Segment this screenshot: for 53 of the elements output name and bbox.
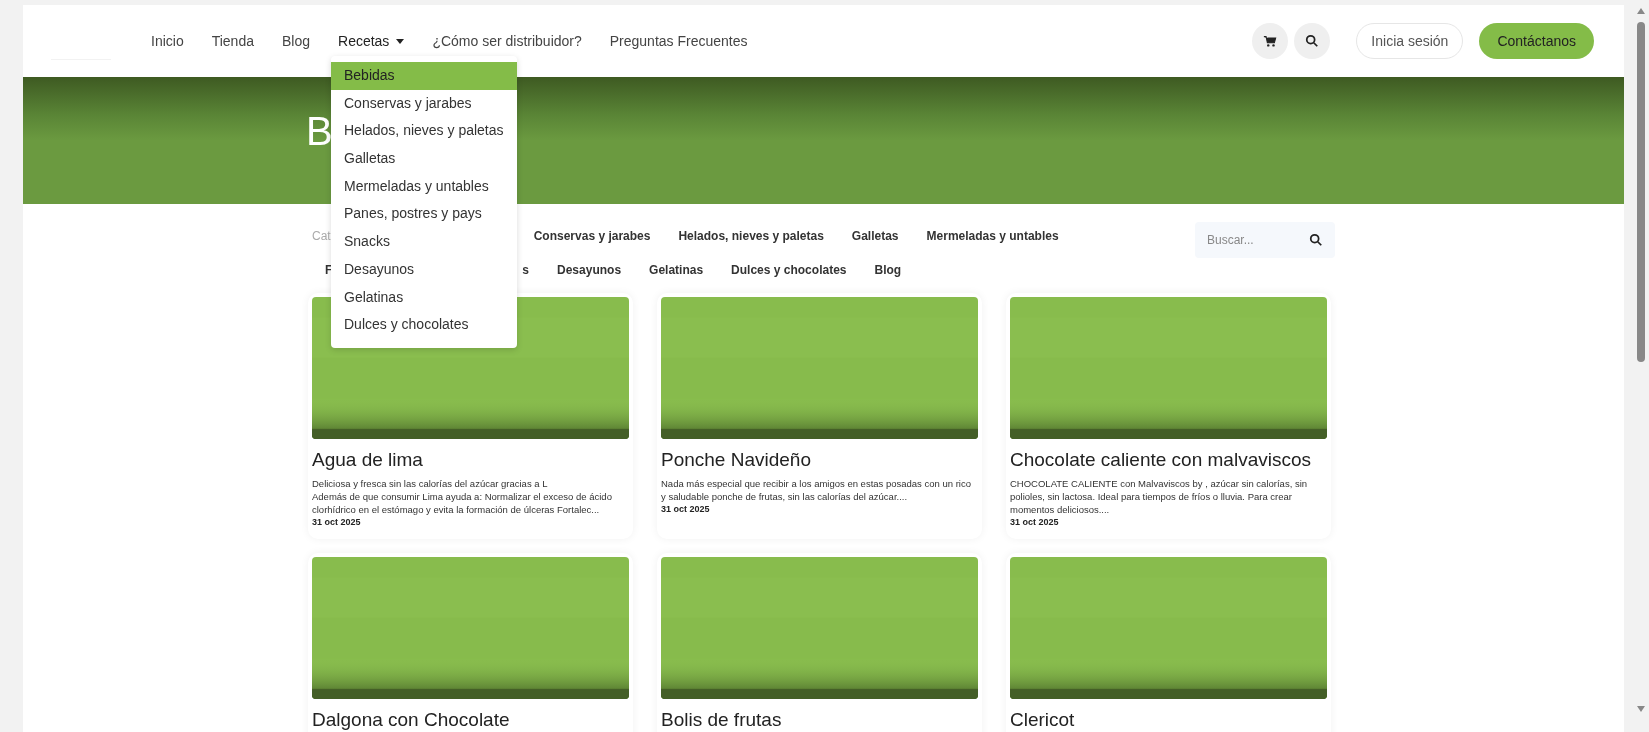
post-card[interactable] bbox=[1006, 293, 1331, 539]
hero-title: B bbox=[306, 108, 334, 151]
menu-item[interactable]: Panes, postres y pays bbox=[331, 200, 517, 229]
menu-item[interactable]: Conservas y jarabes bbox=[331, 89, 517, 118]
category-label: Cat bbox=[312, 229, 331, 243]
caret-icon bbox=[396, 38, 405, 44]
menu-item[interactable]: Dulces y chocolates bbox=[331, 311, 517, 339]
post-title[interactable]: Agua de lima bbox=[312, 449, 629, 471]
post-title[interactable]: Clericot bbox=[1010, 709, 1327, 731]
nav-link[interactable]: Blog bbox=[282, 33, 310, 49]
category-link[interactable]: Helados, nieves y paletas bbox=[678, 229, 824, 243]
nav-link[interactable]: Inicio bbox=[151, 33, 184, 49]
post-card[interactable]: Ponche Navideño Nada más especial que recibir a los amigos en estas posadas con un rico y saludable ponche de frutas, sin las calorías del azúcar.... 31 oct 2025 bbox=[657, 293, 982, 539]
contact-button[interactable]: Contáctanos bbox=[1479, 23, 1594, 59]
post-date: 31 oct 2025 bbox=[312, 517, 362, 527]
post-title[interactable]: Chocolate caliente con malvaviscos bbox=[1010, 449, 1327, 471]
post-excerpt: CHOCOLATE CALIENTE con Malvaviscos by , azúcar sin calorías, sin polioles, sin lactosa. Ideal para tiempos de fríos o lluvia. Para crear momentos deliciosos.... bbox=[1010, 477, 1309, 516]
post-title[interactable]: Bolis de frutas bbox=[661, 709, 978, 731]
post-title[interactable]: Ponche Navideño bbox=[661, 449, 978, 471]
post-card[interactable]: Clericot bbox=[1006, 553, 1331, 732]
category-link[interactable]: Gelatinas bbox=[649, 263, 704, 277]
search-icon bbox=[1305, 34, 1320, 48]
category-link[interactable]: s bbox=[522, 263, 530, 277]
post-date: 31 oct 2025 bbox=[1010, 517, 1060, 527]
nav-link[interactable]: Tienda bbox=[211, 33, 254, 49]
category-link[interactable]: Galletas bbox=[851, 229, 899, 243]
menu-item[interactable]: Gelatinas bbox=[331, 283, 517, 312]
category-link[interactable]: Mermeladas y untables bbox=[926, 229, 1059, 243]
cart-button[interactable] bbox=[1252, 23, 1289, 59]
nav-dropdown[interactable]: Recetas bbox=[338, 33, 405, 49]
menu-item[interactable]: Bebidas bbox=[331, 62, 517, 90]
post-excerpt: Nada más especial que recibir a los amigos en estas posadas con un rico y saludable ponche de frutas, sin las calorías del azúcar.... bbox=[661, 477, 972, 503]
nav-link[interactable]: Preguntas Frecuentes bbox=[609, 33, 748, 49]
menu-item[interactable]: Helados, nieves y paletas bbox=[331, 117, 517, 146]
post-card[interactable]: Dalgona con Chocolate bbox=[308, 553, 633, 732]
cart-icon bbox=[1263, 34, 1278, 48]
menu-item[interactable]: Desayunos bbox=[331, 255, 517, 284]
menu-item[interactable]: Mermeladas y untables bbox=[331, 172, 517, 201]
login-button[interactable]: Inicia sesión bbox=[1356, 23, 1464, 59]
post-date: 31 oct 2025 bbox=[661, 504, 711, 514]
menu-item[interactable]: Snacks bbox=[331, 228, 517, 256]
search-field[interactable]: Buscar... bbox=[1195, 222, 1335, 258]
post-title[interactable]: Dalgona con Chocolate bbox=[312, 709, 629, 731]
category-link[interactable]: Desayunos bbox=[557, 263, 622, 277]
nav-link[interactable]: ¿Cómo ser distribuidor? bbox=[432, 33, 582, 49]
search-button[interactable] bbox=[1294, 23, 1331, 59]
post-excerpt: Deliciosa y fresca sin las calorías del azúcar gracias a L Además de que consumir Lima ayuda a: Normalizar el exceso de ácido clorhídrico en el estómago y evita la formación de úlceras Fortalec... bbox=[312, 477, 613, 516]
category-link[interactable]: Dulces y chocolates bbox=[731, 263, 847, 277]
category-link[interactable]: Blog bbox=[874, 263, 902, 277]
category-link[interactable]: Conservas y jarabes bbox=[533, 229, 651, 243]
post-card[interactable]: Bolis de frutas bbox=[657, 553, 982, 732]
search-icon bbox=[1309, 233, 1323, 247]
menu-item[interactable]: Galletas bbox=[331, 145, 517, 173]
